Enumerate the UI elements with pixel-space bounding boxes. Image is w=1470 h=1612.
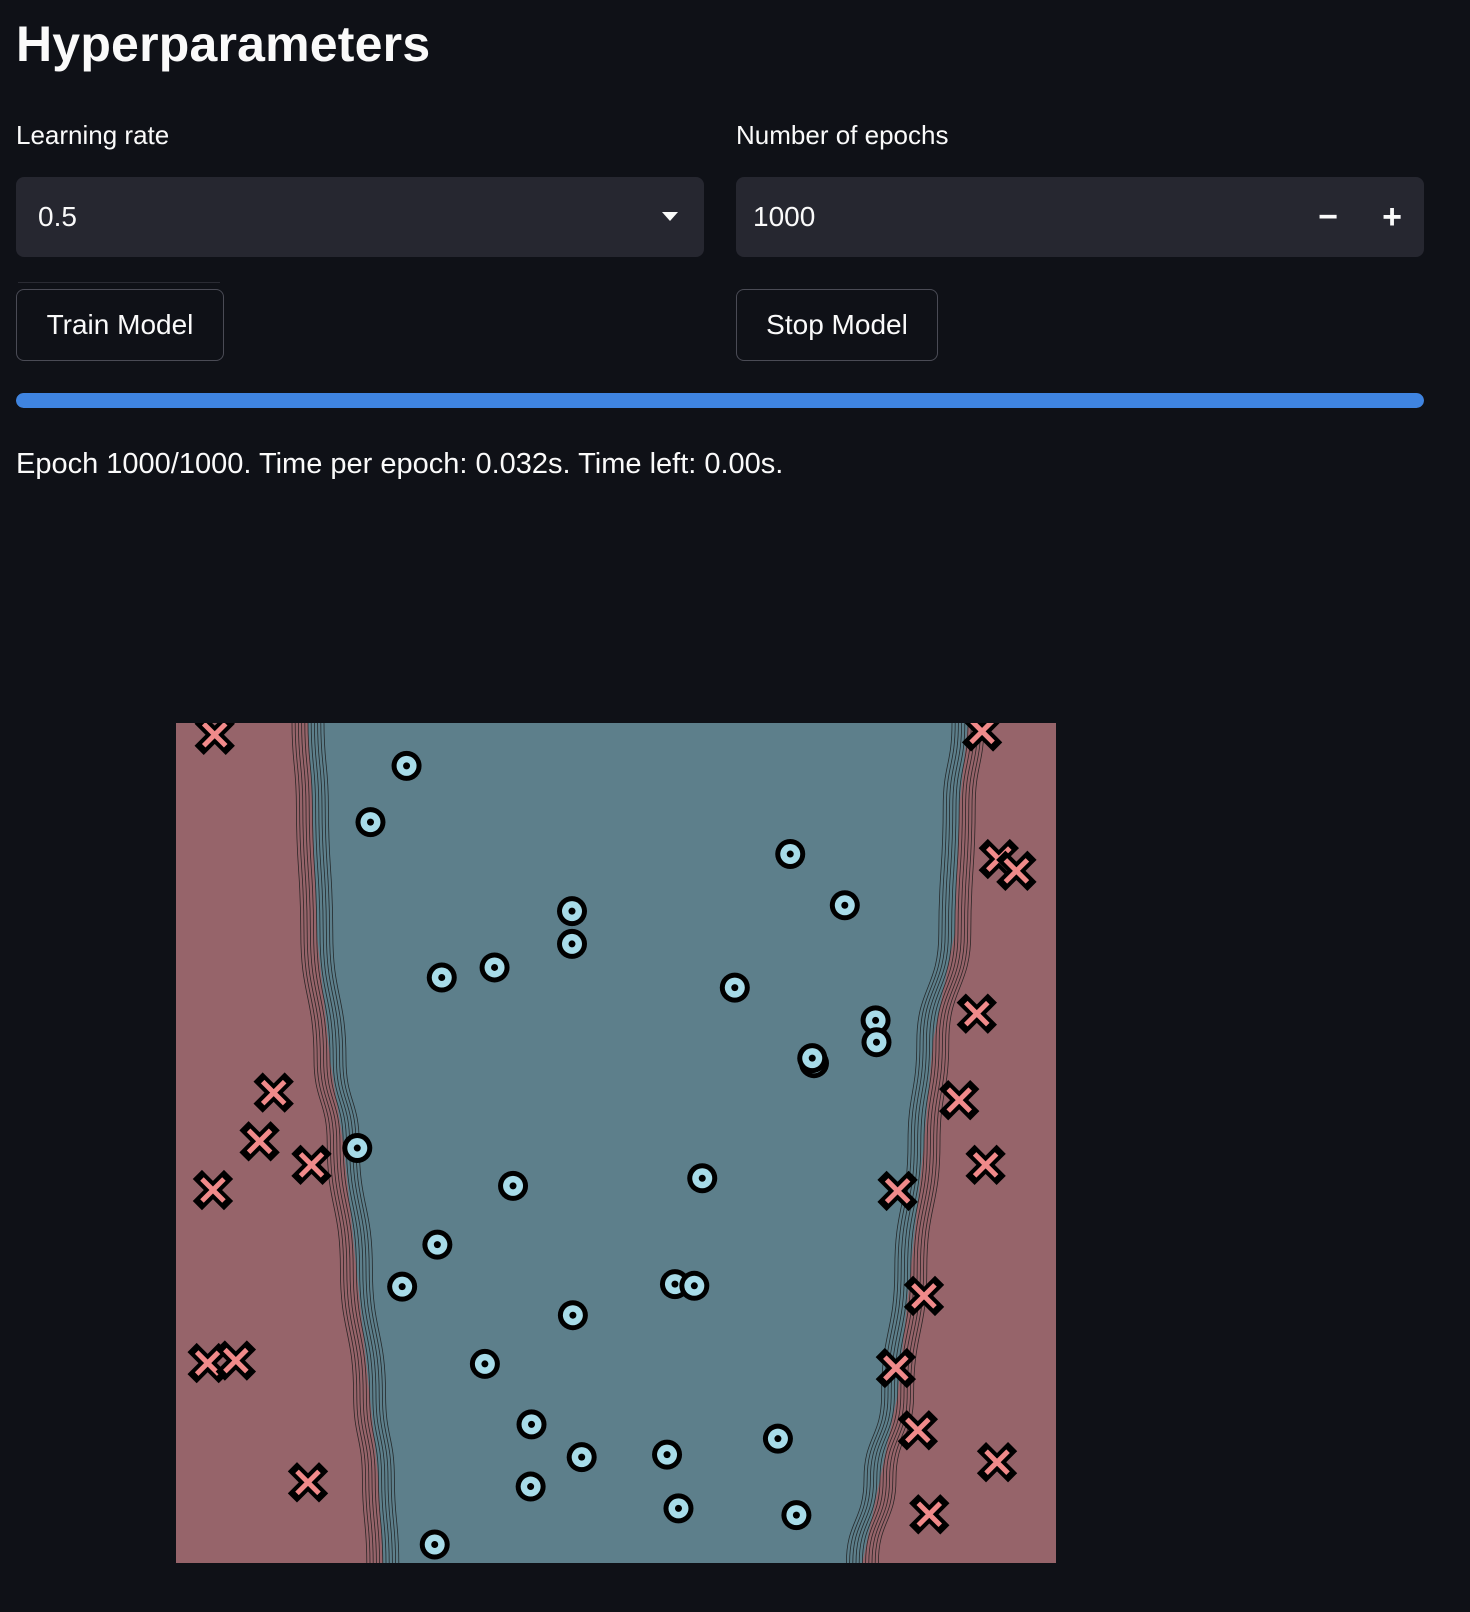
circle-class-point xyxy=(663,1493,694,1524)
progress-bar-fill xyxy=(16,393,1424,408)
circle-class-point xyxy=(387,1271,418,1302)
cross-class-point xyxy=(903,1275,945,1317)
circle-class-point xyxy=(762,1423,793,1454)
epochs-value[interactable]: 1000 xyxy=(753,177,815,257)
circle-class-point xyxy=(781,1500,812,1531)
cross-class-point xyxy=(897,1410,939,1451)
circle-class-point xyxy=(479,952,510,983)
circle-class-point xyxy=(652,1439,683,1470)
circle-class-point xyxy=(515,1471,546,1502)
circle-class-point xyxy=(498,1170,529,1201)
epochs-number-input[interactable]: 1000 − + xyxy=(736,177,1424,257)
circle-class-point xyxy=(419,1529,450,1560)
increment-button[interactable]: + xyxy=(1360,177,1424,257)
learning-rate-label: Learning rate xyxy=(16,120,170,150)
circle-class-point xyxy=(516,1409,547,1440)
inner-region xyxy=(308,723,968,1563)
circle-class-point xyxy=(557,1300,588,1331)
circle-class-point xyxy=(566,1442,597,1473)
cross-class-point xyxy=(187,1342,228,1384)
cross-class-point xyxy=(194,723,235,755)
cross-class-point xyxy=(877,1170,918,1212)
cross-class-point xyxy=(287,1462,329,1503)
cross-class-point xyxy=(909,1494,950,1535)
circle-class-point xyxy=(775,839,806,870)
cross-class-point xyxy=(965,1144,1006,1186)
decision-boundary-plot xyxy=(176,723,1056,1563)
cross-class-point xyxy=(253,1072,294,1113)
circle-class-point xyxy=(557,896,587,927)
decrement-button[interactable]: − xyxy=(1296,177,1360,257)
stop-model-button[interactable]: Stop Model xyxy=(736,289,938,361)
train-model-button[interactable]: Train Model xyxy=(16,289,224,361)
epochs-label: Number of epochs xyxy=(736,120,949,150)
training-status-text: Epoch 1000/1000. Time per epoch: 0.032s.… xyxy=(16,448,784,480)
circle-class-point xyxy=(687,1163,718,1194)
cross-class-point xyxy=(215,1340,257,1381)
cross-class-point xyxy=(875,1347,917,1389)
page-title: Hyperparameters xyxy=(16,16,431,72)
progress-bar xyxy=(16,393,1424,408)
circle-class-point xyxy=(829,890,860,921)
circle-class-point xyxy=(797,1043,828,1074)
chevron-down-icon[interactable] xyxy=(662,212,678,221)
cross-class-point xyxy=(961,723,1003,752)
cross-class-point xyxy=(996,850,1037,892)
learning-rate-value: 0.5 xyxy=(38,201,77,232)
circle-class-point xyxy=(469,1348,500,1379)
cross-class-point xyxy=(291,1144,332,1186)
cross-class-point xyxy=(192,1169,234,1211)
cross-class-point xyxy=(939,1079,980,1121)
circle-class-point xyxy=(861,1027,892,1058)
circle-class-point xyxy=(355,807,386,838)
divider xyxy=(18,282,220,283)
circle-class-point xyxy=(557,928,587,959)
cross-class-point xyxy=(239,1121,280,1162)
circle-class-point xyxy=(719,972,750,1003)
circle-class-point xyxy=(422,1229,453,1260)
circle-class-point xyxy=(391,750,422,781)
circle-class-point xyxy=(679,1270,710,1301)
cross-class-point xyxy=(956,993,997,1034)
circle-class-point xyxy=(342,1133,373,1164)
cross-class-point xyxy=(976,1442,1018,1483)
circle-class-point xyxy=(426,962,457,993)
learning-rate-select[interactable]: 0.5 xyxy=(16,177,704,257)
